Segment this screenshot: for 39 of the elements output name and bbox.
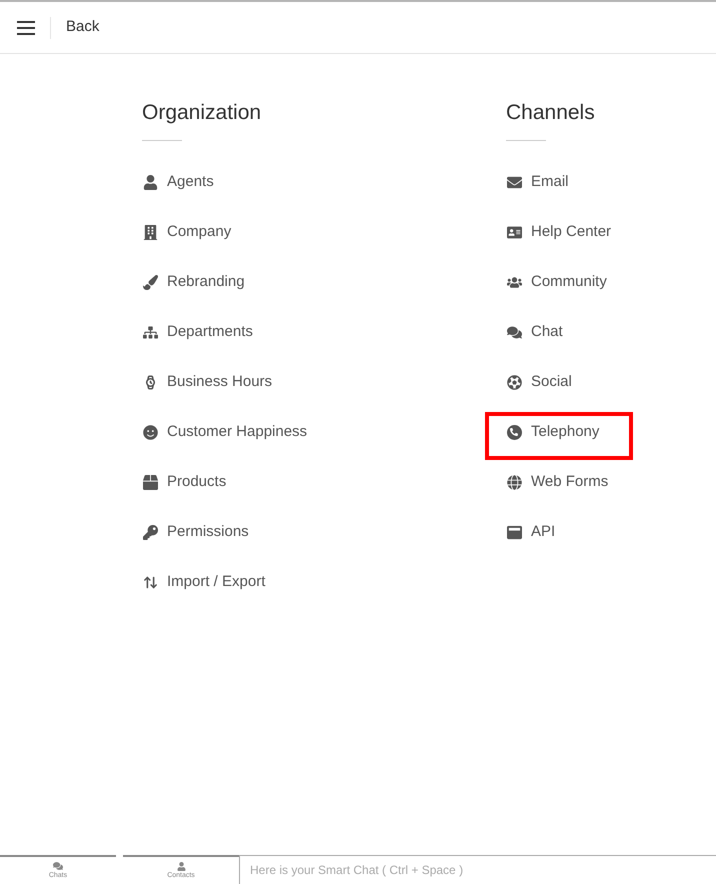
box-icon (142, 474, 158, 490)
arrows-icon (142, 574, 158, 590)
person-icon (142, 174, 158, 190)
settings-link[interactable]: Company (142, 220, 232, 244)
settings-link[interactable]: Email (506, 170, 569, 194)
people-icon (506, 274, 522, 290)
phone-icon (506, 424, 522, 440)
settings-link[interactable]: Social (506, 370, 572, 394)
settings-link[interactable]: Agents (142, 170, 214, 194)
settings-link[interactable]: Community (506, 270, 607, 294)
back-button[interactable]: Back (66, 16, 100, 39)
settings-link[interactable]: Import / Export (142, 570, 266, 594)
settings-link[interactable]: Help Center (506, 220, 612, 244)
speech-bubbles-icon (506, 324, 522, 340)
settings-link[interactable]: Telephony (506, 420, 600, 444)
settings-link[interactable]: Chat (506, 320, 563, 344)
contact-card-icon (506, 224, 522, 240)
brush-icon (142, 274, 158, 290)
settings-link[interactable]: Web Forms (506, 470, 608, 494)
smiley-icon (142, 424, 158, 440)
building-icon (142, 224, 158, 240)
settings-link[interactable]: API (506, 520, 556, 544)
person-icon (176, 862, 186, 870)
envelope-icon (506, 174, 522, 190)
window-icon (506, 524, 522, 540)
key-icon (142, 524, 158, 540)
settings-link[interactable]: Products (142, 470, 226, 494)
settings-link[interactable]: Customer Happiness (142, 420, 308, 444)
chat-input-field[interactable]: Here is your Smart Chat ( Ctrl + Space ) (239, 855, 716, 884)
globe-icon (506, 474, 522, 490)
menu-icon[interactable] (17, 20, 35, 34)
settings-link[interactable]: Business Hours (142, 370, 272, 394)
settings-link[interactable]: Departments (142, 320, 253, 344)
settings-link[interactable]: Permissions (142, 520, 249, 544)
section-heading: Channels (506, 100, 596, 126)
section-heading: Organization (142, 100, 262, 126)
settings-link[interactable]: Rebranding (142, 270, 245, 294)
sitemap-icon (142, 324, 158, 340)
speech-bubble-icon (53, 861, 63, 871)
